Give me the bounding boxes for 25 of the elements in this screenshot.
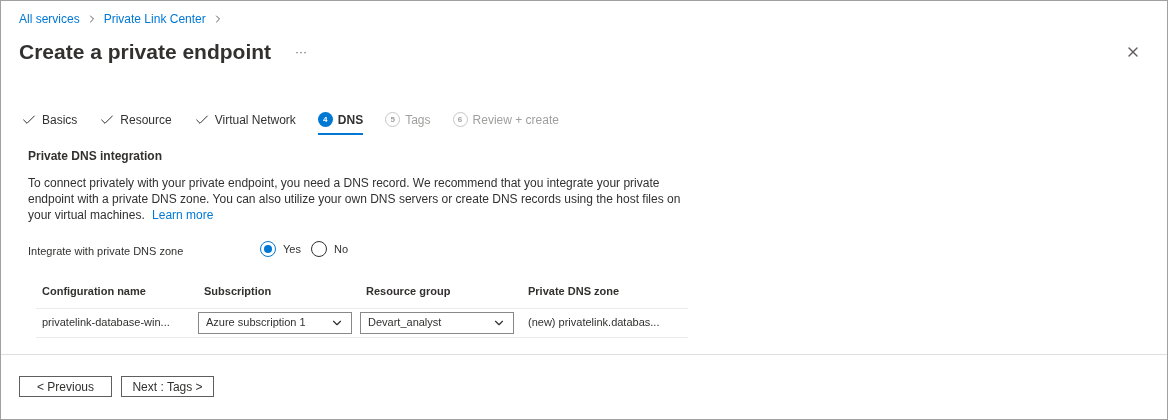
column-header: Resource group: [365, 284, 452, 299]
breadcrumb-link[interactable]: Private Link Center: [103, 10, 206, 28]
wizard-button[interactable]: Next : Tags >: [121, 376, 214, 397]
more-options-button[interactable]: ···: [295, 42, 308, 61]
description-text: To connect privately with your private endpoint, you need a DNS record. We recommend that you integrate your private endpoint with a private DNS zone. You can also utilize your own DNS servers or create DNS records using the host files on your virtual machines. Learn more: [28, 174, 682, 223]
radio-option[interactable]: Yes: [260, 240, 301, 257]
table-cell-text: privatelink-database-win...: [41, 315, 171, 331]
wizard-tab[interactable]: Virtual Network: [193, 110, 296, 135]
wizard-tab[interactable]: 4 DNS: [317, 110, 364, 135]
wizard-tab[interactable]: Basics: [21, 110, 78, 135]
page-title: Create a private endpoint: [19, 39, 272, 65]
learn-more-link[interactable]: Learn more: [152, 207, 214, 222]
column-header: Configuration name: [41, 284, 147, 299]
table-cell-text: (new) privatelink.databas...: [527, 315, 661, 331]
breadcrumb-link[interactable]: All services: [19, 10, 80, 28]
section-heading: Private DNS integration: [28, 147, 164, 165]
dropdown-field[interactable]: Azure subscription 1: [198, 311, 352, 334]
wizard-tab[interactable]: Resource: [99, 110, 172, 135]
column-header: Subscription: [203, 284, 273, 299]
step-number: 4: [317, 112, 333, 127]
column-header: Private DNS zone: [527, 284, 621, 299]
dropdown-field[interactable]: Devart_analyst: [360, 311, 514, 334]
wizard-button[interactable]: < Previous: [19, 376, 112, 397]
field-label: Integrate with private DNS zone: [28, 243, 185, 259]
radio-option[interactable]: No: [310, 240, 348, 257]
